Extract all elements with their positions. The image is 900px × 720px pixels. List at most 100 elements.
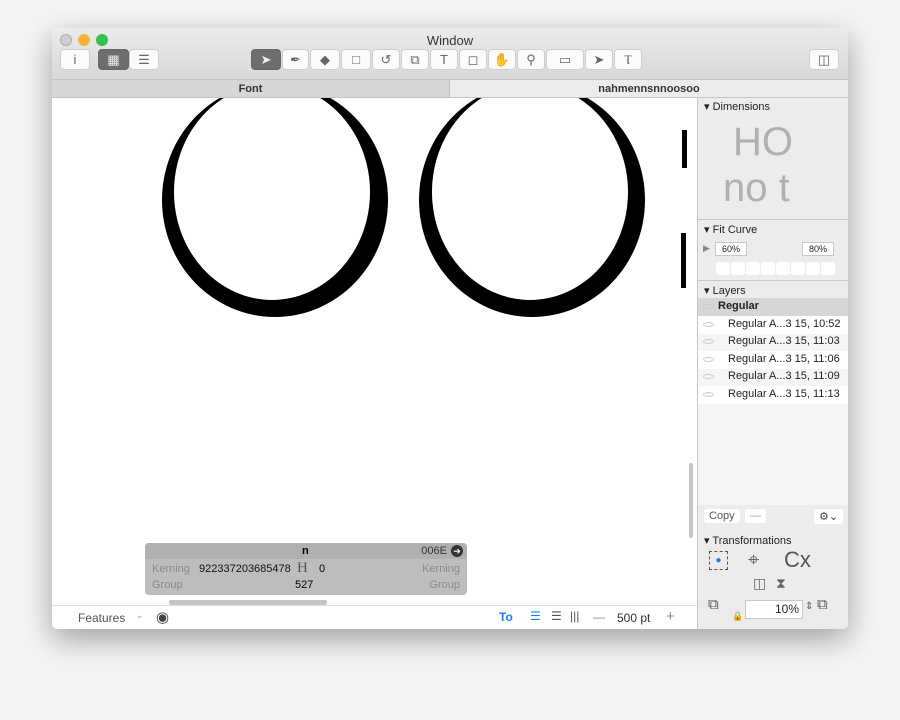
layer-item[interactable]: Regular A...3 15, 10:52: [698, 316, 848, 334]
vertical-text-icon[interactable]: |||: [570, 609, 579, 623]
eraser-tool-button[interactable]: ◆: [310, 49, 340, 70]
layers-section: ▾ Layers Regular Regular A...3 15, 10:52…: [698, 281, 848, 531]
width-glyph-icon: H: [297, 560, 308, 576]
pen-tool-button[interactable]: ✒: [282, 49, 309, 70]
layer-master[interactable]: Regular: [698, 298, 848, 316]
align-left-icon[interactable]: ☰: [530, 609, 541, 623]
play-icon[interactable]: ▶: [703, 243, 710, 254]
remove-layer-button[interactable]: —: [745, 509, 766, 523]
glyph-partial-2: [681, 233, 686, 288]
eye-icon[interactable]: [703, 322, 714, 327]
section-title: Transformations: [712, 535, 792, 547]
preset-button[interactable]: [731, 262, 745, 275]
preset-button[interactable]: [716, 262, 730, 275]
dimensions-header[interactable]: ▾ Dimensions: [704, 100, 770, 113]
layer-item[interactable]: Regular A...3 15, 11:13: [698, 386, 848, 404]
layer-item[interactable]: Regular A...3 15, 11:06: [698, 351, 848, 369]
zoom-tool-button[interactable]: ⚲: [517, 49, 545, 70]
features-dropdown[interactable]: Features: [78, 611, 125, 625]
left-sidebearing[interactable]: 922337203685478: [199, 563, 295, 575]
select-tool-button[interactable]: ➤: [251, 49, 281, 70]
preset-button[interactable]: [761, 262, 775, 275]
preset-button[interactable]: [791, 262, 805, 275]
glyph-unicode[interactable]: 006E: [421, 545, 447, 557]
info-button[interactable]: i: [60, 49, 90, 70]
fit-curve-presets: [716, 262, 835, 275]
preset-button[interactable]: [746, 262, 760, 275]
transformations-section: ▾ Transformations ● ⌖ Cx ◫ ⧗ ⧉ 🔒 10% ⇕ ⧉: [698, 531, 848, 629]
glyph-info-panel: n 006E ➜ Kerning Group 922337203685478 H…: [145, 543, 467, 595]
crosshair-icon[interactable]: ⌖: [748, 549, 759, 572]
measure-tool-button[interactable]: ▭: [546, 49, 584, 70]
eye-icon[interactable]: [703, 374, 714, 379]
scale-down-icon[interactable]: ⧉: [708, 596, 719, 613]
sidebar: ▾ Dimensions HO no t ▾ Fit Curve ▶ 60% 8…: [697, 98, 848, 629]
mirror-horizontal-icon[interactable]: ◫: [753, 575, 766, 592]
fit-curve-header[interactable]: ▾ Fit Curve: [704, 223, 757, 236]
layer-name: Regular A...3 15, 11:03: [728, 335, 840, 347]
annotation-tool-button[interactable]: ◻: [459, 49, 487, 70]
scale-percent-field[interactable]: 10%: [745, 600, 803, 619]
vertical-scrollbar[interactable]: [689, 463, 693, 538]
preset-button[interactable]: [776, 262, 790, 275]
arrow-right-circle-icon[interactable]: ➜: [451, 545, 463, 557]
transformations-header[interactable]: ▾ Transformations: [704, 534, 791, 547]
copy-layer-button[interactable]: Copy: [704, 509, 740, 523]
layer-name: Regular: [718, 300, 759, 312]
increase-size-button[interactable]: +: [666, 608, 675, 625]
layer-options-gear-icon[interactable]: ⚙⌄: [814, 509, 844, 524]
eye-icon[interactable]: [703, 339, 714, 344]
right-group-label[interactable]: Group: [429, 579, 460, 591]
rectangle-tool-button[interactable]: □: [341, 49, 371, 70]
layer-item[interactable]: Regular A...3 15, 11:09: [698, 368, 848, 386]
glyph-outlines: [162, 98, 687, 317]
fit-curve-max[interactable]: 80%: [802, 242, 834, 256]
preset-button[interactable]: [821, 262, 835, 275]
text-tool-button[interactable]: T: [430, 49, 458, 70]
left-group-label[interactable]: Group: [152, 579, 183, 591]
scale-tool-button[interactable]: ⧉: [401, 49, 429, 70]
eye-icon[interactable]: [703, 304, 714, 309]
font-size-field[interactable]: 500 pt: [617, 611, 650, 625]
origin-selector-icon[interactable]: ●: [709, 551, 728, 570]
dimensions-preview-bottom: no t: [723, 166, 790, 210]
bottom-bar: Features ⌄ ◉ To ☰ ☰ ||| — 500 pt +: [52, 605, 697, 629]
sidebar-toggle-button[interactable]: ◫: [809, 49, 839, 70]
mirror-vertical-icon[interactable]: ⧗: [776, 575, 786, 592]
tab-font[interactable]: Font: [52, 80, 450, 98]
right-kerning-label: Kerning: [422, 563, 460, 575]
align-right-icon[interactable]: ☰: [551, 609, 562, 623]
glyph-name[interactable]: n: [302, 545, 309, 557]
glyph-canvas[interactable]: [52, 98, 697, 605]
stepper[interactable]: ⇕: [805, 601, 813, 612]
metrics-cx-icon[interactable]: Cx: [784, 547, 811, 573]
glyph-width[interactable]: 527: [295, 579, 313, 591]
layer-name: Regular A...3 15, 11:09: [728, 370, 840, 382]
select-layers-tool-button[interactable]: ➤: [585, 49, 613, 70]
layer-name: Regular A...3 15, 11:06: [728, 353, 840, 365]
lock-icon[interactable]: 🔒: [732, 611, 743, 622]
section-title: Layers: [712, 285, 746, 297]
layers-header[interactable]: ▾ Layers: [704, 284, 746, 297]
decrease-size-button[interactable]: —: [593, 610, 605, 624]
layer-name: Regular A...3 15, 10:52: [728, 318, 841, 330]
grid-view-button[interactable]: ▦: [98, 49, 129, 70]
eye-icon[interactable]: [703, 392, 714, 397]
fit-curve-min[interactable]: 60%: [715, 242, 747, 256]
glyph-partial: [682, 130, 687, 168]
right-sidebearing[interactable]: 0: [319, 563, 325, 575]
tab-edit-text[interactable]: nahmennsnnoosoo: [450, 80, 848, 98]
section-title: Dimensions: [712, 101, 771, 113]
text-direction-icon[interactable]: To: [499, 610, 513, 624]
dimensions-section: ▾ Dimensions HO no t: [698, 98, 848, 220]
eye-icon[interactable]: [703, 357, 714, 362]
dimensions-preview-top: HO: [733, 120, 793, 164]
preset-button[interactable]: [806, 262, 820, 275]
layer-item[interactable]: Regular A...3 15, 11:03: [698, 333, 848, 351]
rotate-tool-button[interactable]: ↺: [372, 49, 400, 70]
hand-tool-button[interactable]: ✋: [488, 49, 516, 70]
hint-tool-button[interactable]: Ⲧ: [614, 49, 642, 70]
eye-icon[interactable]: ◉: [156, 608, 169, 626]
scale-up-icon[interactable]: ⧉: [817, 596, 828, 613]
list-view-button[interactable]: ☰: [129, 49, 159, 70]
